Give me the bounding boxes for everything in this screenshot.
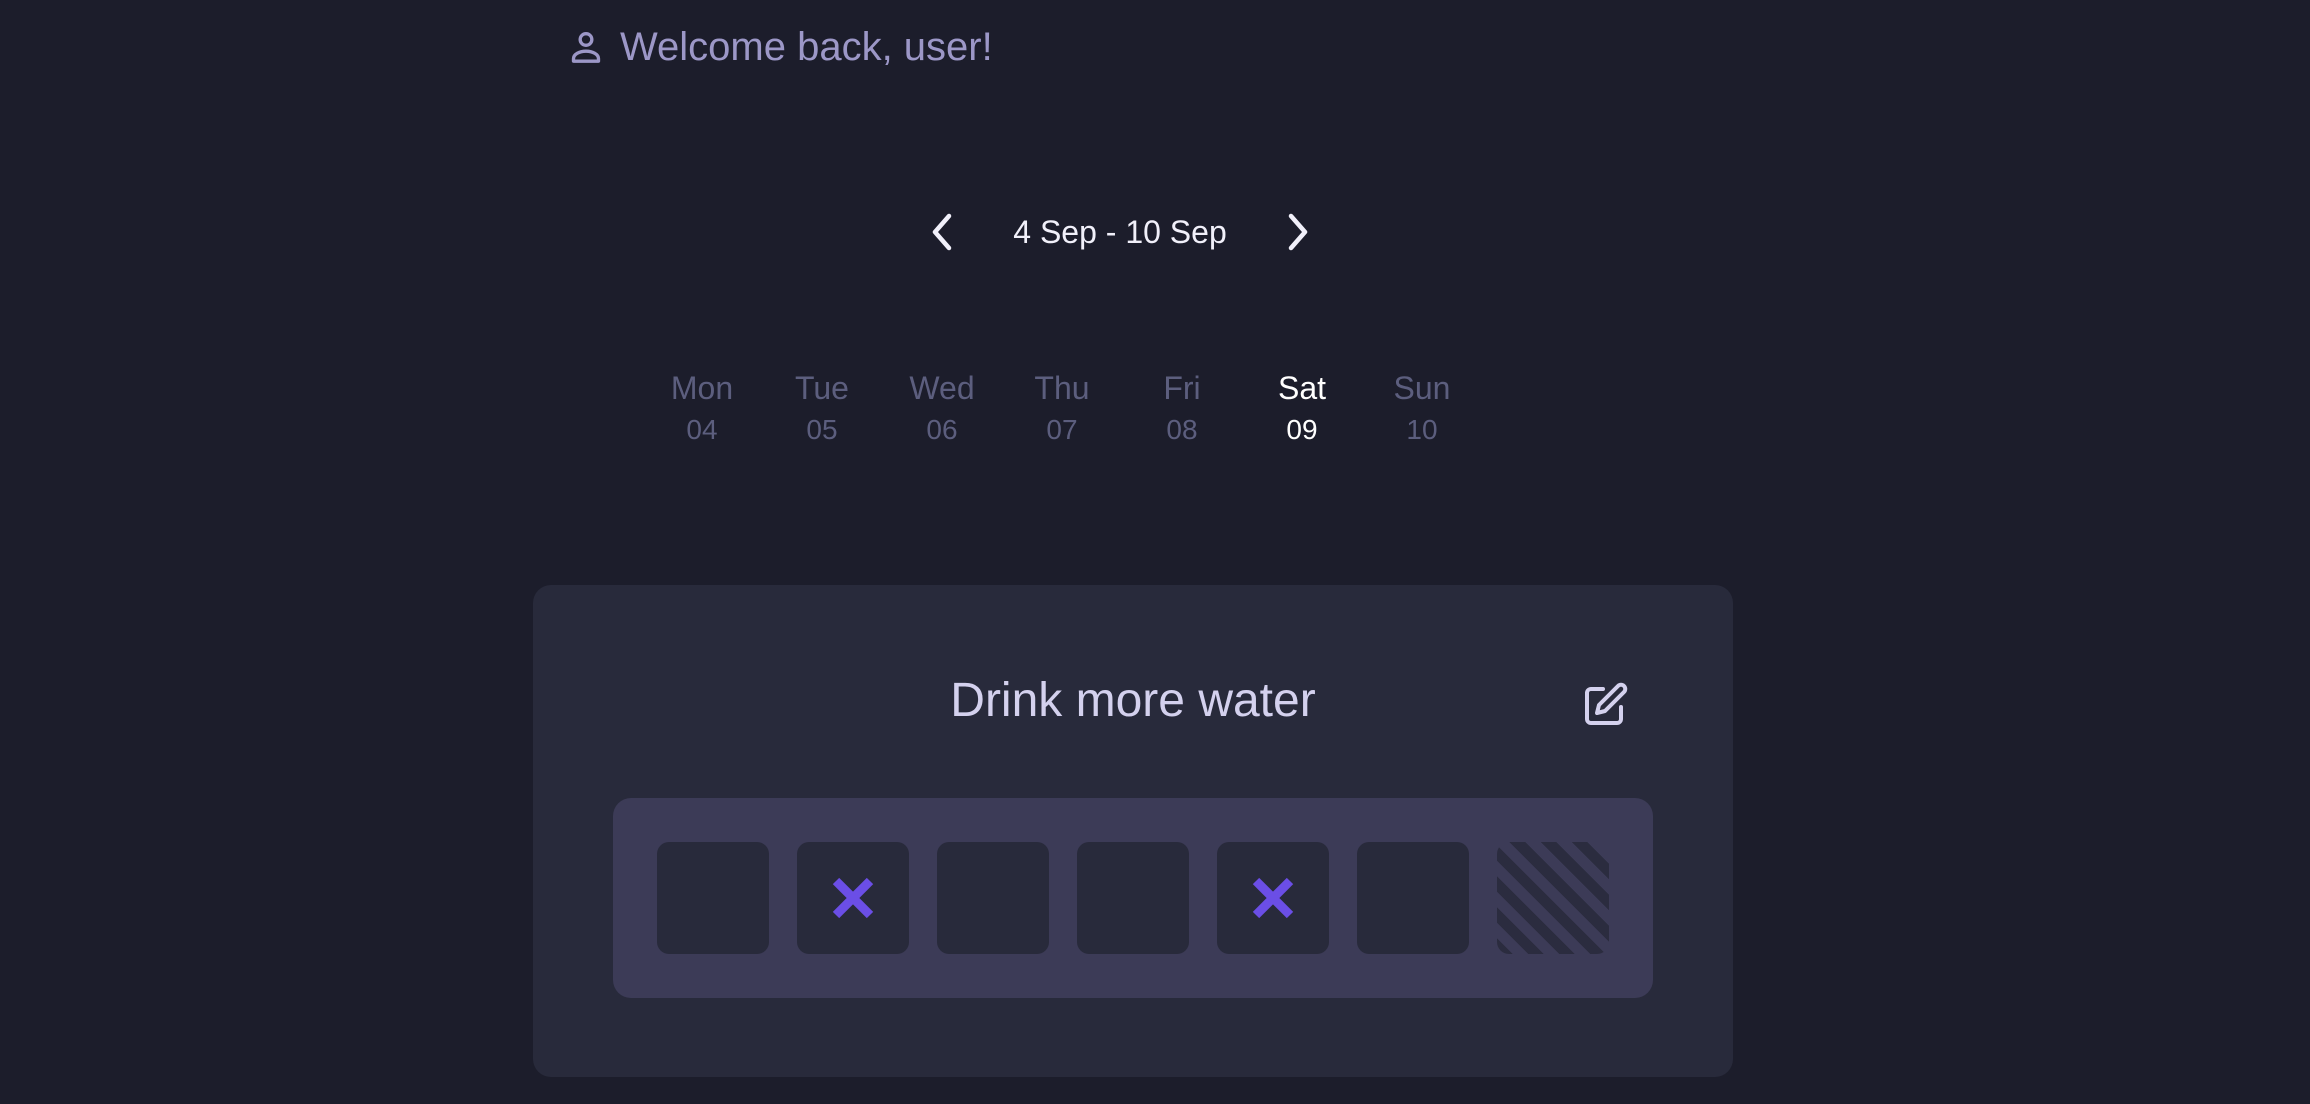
prev-week-button[interactable] xyxy=(920,204,964,260)
week-range-label: 4 Sep - 10 Sep xyxy=(1013,213,1227,250)
day-name: Mon xyxy=(670,370,734,406)
day-date: 10 xyxy=(1406,414,1438,445)
tracker-cell-fri[interactable] xyxy=(1217,842,1329,954)
day-date: 06 xyxy=(926,414,958,445)
day-name: Tue xyxy=(795,370,849,406)
day-date: 09 xyxy=(1286,414,1318,445)
day-name: Wed xyxy=(909,370,975,406)
tracker-cell-tue[interactable] xyxy=(797,842,909,954)
cross-icon xyxy=(1248,873,1298,923)
welcome-header: Welcome back, user! xyxy=(566,22,993,72)
day-name: Fri xyxy=(1163,370,1201,406)
tracker-cell-thu[interactable] xyxy=(1077,842,1189,954)
habit-title: Drink more water xyxy=(950,674,1316,727)
day-name: Sun xyxy=(1393,370,1451,406)
cross-icon xyxy=(828,873,878,923)
week-navigator: 4 Sep - 10 Sep xyxy=(920,200,1320,264)
day-name: Sat xyxy=(1277,370,1327,406)
day-date: 05 xyxy=(806,414,838,445)
edit-icon xyxy=(1581,681,1629,729)
welcome-text: Welcome back, user! xyxy=(620,24,993,69)
day-mon[interactable]: Mon 04 xyxy=(642,366,762,450)
day-sun[interactable]: Sun 10 xyxy=(1362,366,1482,450)
next-week-button[interactable] xyxy=(1276,204,1320,260)
tracker-cell-wed[interactable] xyxy=(937,842,1049,954)
day-selector: Mon 04 Tue 05 Wed 06 Thu 07 Fri 08 Sat 0… xyxy=(642,366,1482,450)
chevron-right-icon xyxy=(1280,208,1316,256)
day-name: Thu xyxy=(1034,370,1090,406)
user-icon xyxy=(566,27,606,67)
day-thu[interactable]: Thu 07 xyxy=(1002,366,1122,450)
day-date: 04 xyxy=(686,414,718,445)
tracker-cell-mon[interactable] xyxy=(657,842,769,954)
day-fri[interactable]: Fri 08 xyxy=(1122,366,1242,450)
day-date: 08 xyxy=(1166,414,1198,445)
chevron-left-icon xyxy=(924,208,960,256)
day-tue[interactable]: Tue 05 xyxy=(762,366,882,450)
edit-habit-button[interactable] xyxy=(1577,677,1633,733)
tracker-cell-sat[interactable] xyxy=(1357,842,1469,954)
day-sat[interactable]: Sat 09 xyxy=(1242,366,1362,450)
day-date: 07 xyxy=(1046,414,1078,445)
tracker-cell-sun-disabled xyxy=(1497,842,1609,954)
habit-week-tracker xyxy=(613,798,1653,998)
habit-card: Drink more water xyxy=(533,585,1733,1077)
day-wed[interactable]: Wed 06 xyxy=(882,366,1002,450)
